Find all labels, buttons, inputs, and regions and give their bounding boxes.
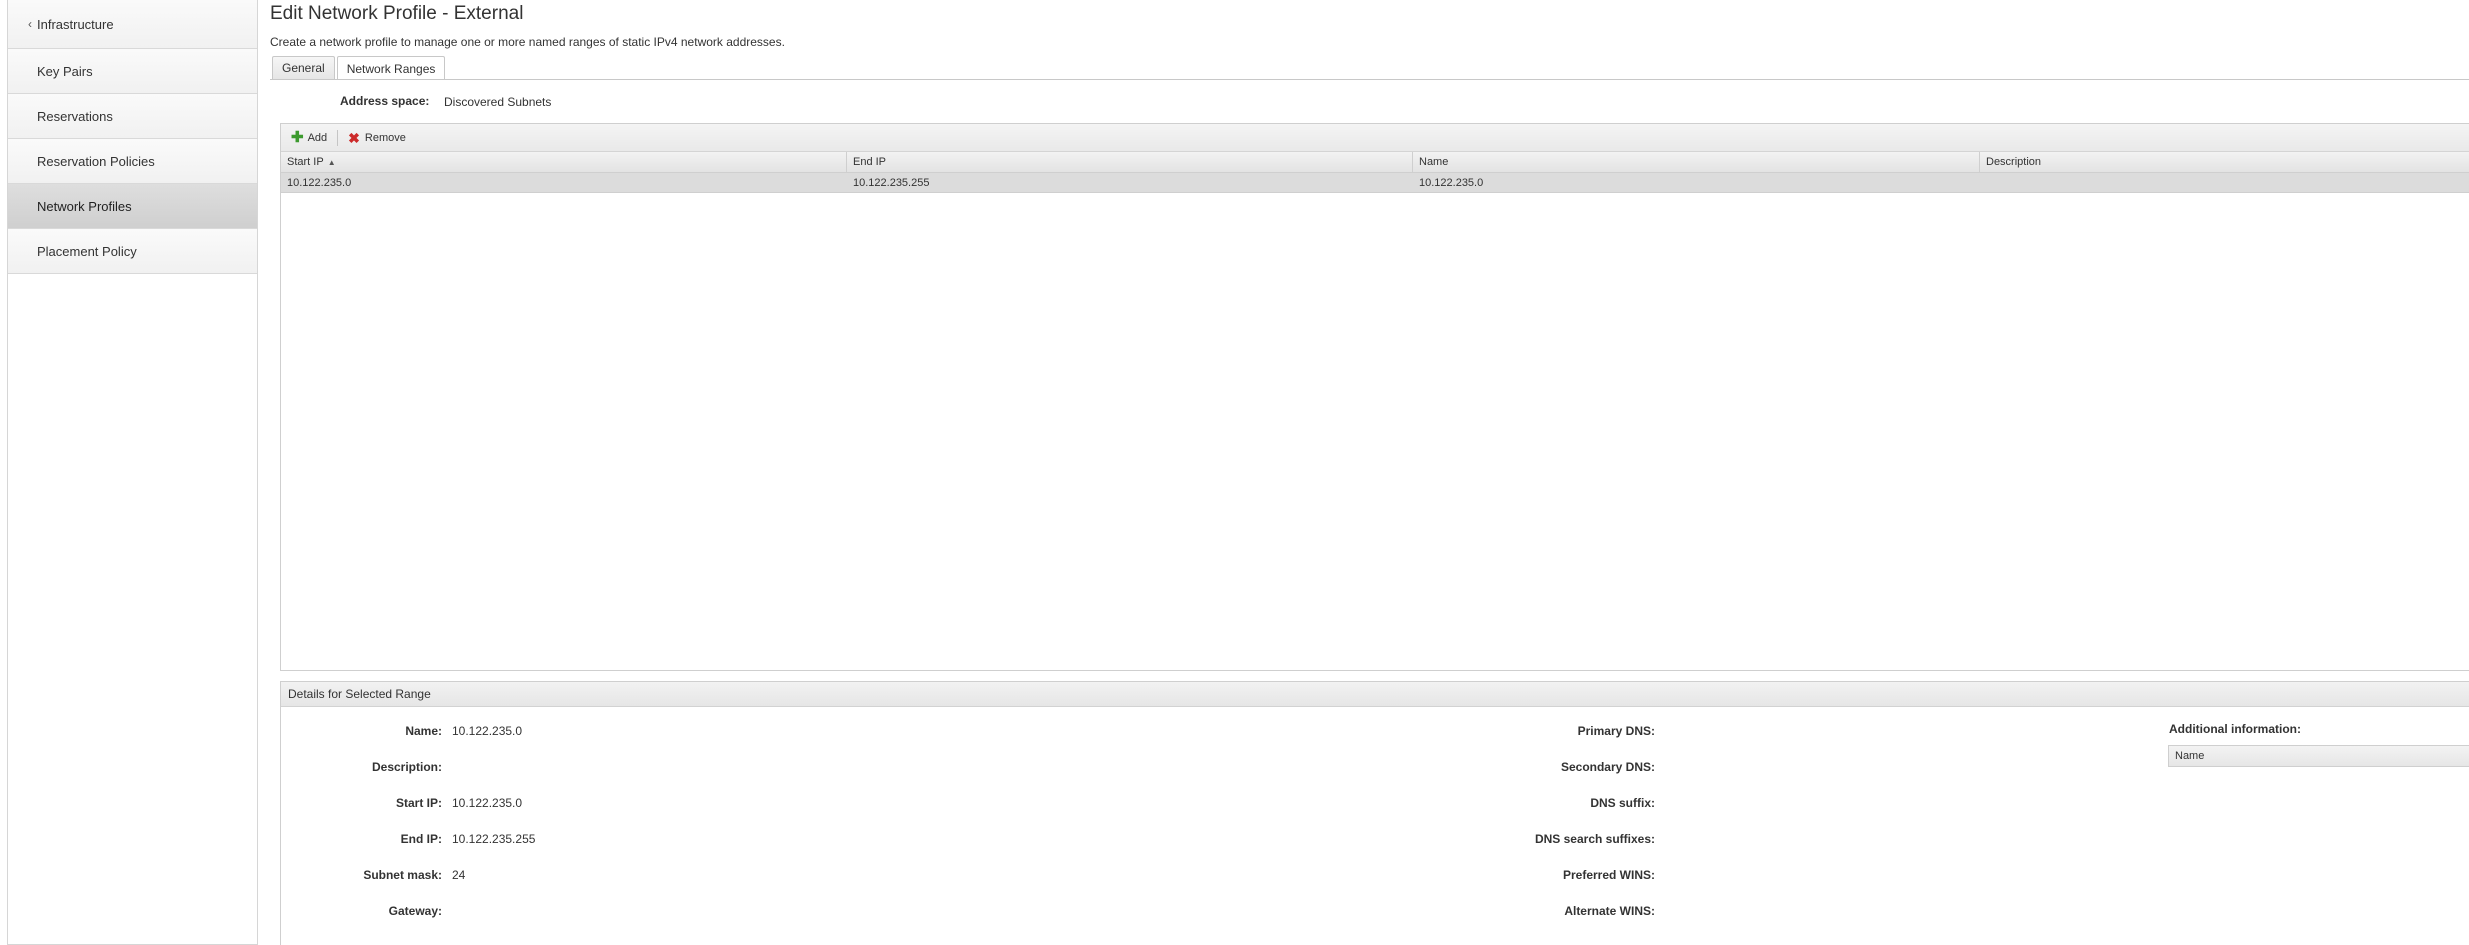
page-title: Edit Network Profile - External — [270, 3, 524, 24]
detail-start-ip-value: 10.122.235.0 — [452, 796, 523, 810]
detail-secondary-dns-label: Secondary DNS: — [1560, 760, 1655, 774]
sidebar-item-label: Key Pairs — [37, 63, 93, 79]
column-header-label: Start IP — [287, 156, 324, 168]
cell-end-ip: 10.122.235.255 — [853, 176, 930, 189]
detail-name-value: 10.122.235.0 — [452, 724, 523, 738]
column-header-end-ip[interactable]: End IP — [847, 152, 1413, 172]
column-header-label: End IP — [853, 156, 887, 168]
additional-information-label: Additional information: — [2169, 722, 2301, 736]
detail-gateway-label: Gateway: — [388, 904, 442, 918]
tab-general[interactable]: General — [272, 56, 335, 79]
sidebar-item-label: Reservation Policies — [37, 153, 155, 169]
detail-subnet-mask-value: 24 — [452, 868, 466, 882]
grid-toolbar: ✚ Add ✖ Remove — [281, 124, 2469, 152]
sidebar-item-label: Reservations — [37, 108, 113, 124]
close-icon: ✖ — [348, 129, 360, 146]
column-header-label: Description — [1986, 156, 2042, 168]
detail-primary-dns-label: Primary DNS: — [1577, 724, 1655, 738]
toolbar-separator — [337, 129, 339, 146]
detail-end-ip-label: End IP: — [400, 832, 442, 846]
sidebar-item-key-pairs[interactable]: Key Pairs — [8, 49, 257, 94]
plus-icon: ✚ — [291, 128, 304, 146]
detail-name-label: Name: — [405, 724, 442, 738]
sidebar-item-label: Network Profiles — [37, 198, 132, 214]
sidebar-item-reservations[interactable]: Reservations — [8, 94, 257, 139]
grid-header: Start IP ▲ End IP Name Description — [281, 152, 2469, 173]
table-row[interactable]: 10.122.235.0 10.122.235.255 10.122.235.0 — [281, 173, 2469, 193]
detail-end-ip-value: 10.122.235.255 — [452, 832, 536, 846]
sidebar-item-network-profiles[interactable]: Network Profiles — [8, 184, 257, 229]
page-subtitle: Create a network profile to manage one o… — [270, 35, 785, 49]
sidebar-back-label: Infrastructure — [37, 16, 114, 32]
address-space-value: Discovered Subnets — [444, 95, 552, 109]
detail-dns-suffix-label: DNS suffix: — [1590, 796, 1655, 810]
details-panel: Details for Selected Range Name: 10.122.… — [280, 681, 2469, 945]
details-header: Details for Selected Range — [281, 682, 2469, 707]
sidebar-item-placement-policy[interactable]: Placement Policy — [8, 229, 257, 274]
sort-ascending-icon: ▲ — [327, 157, 336, 167]
detail-subnet-mask-label: Subnet mask: — [363, 868, 442, 882]
sidebar-item-reservation-policies[interactable]: Reservation Policies — [8, 139, 257, 184]
cell-description — [1980, 173, 2469, 192]
sidebar: ‹ Infrastructure Key Pairs Reservations … — [7, 0, 258, 945]
remove-button-label: Remove — [364, 131, 406, 144]
additional-information-column-header[interactable]: Name — [2168, 745, 2469, 767]
chevron-left-icon: ‹ — [28, 17, 32, 31]
column-header-start-ip[interactable]: Start IP ▲ — [281, 152, 847, 172]
tab-network-ranges[interactable]: Network Ranges — [336, 56, 446, 80]
sidebar-item-label: Placement Policy — [37, 243, 137, 259]
column-header-name[interactable]: Name — [1413, 152, 1980, 172]
add-button[interactable]: ✚ Add — [291, 128, 328, 146]
tab-divider — [270, 79, 2469, 80]
cell-start-ip: 10.122.235.0 — [287, 176, 352, 189]
column-header-label: Name — [1419, 156, 1449, 168]
address-space-label: Address space: — [340, 94, 430, 108]
detail-preferred-wins-label: Preferred WINS: — [1562, 868, 1655, 882]
detail-start-ip-label: Start IP: — [395, 796, 442, 810]
add-button-label: Add — [307, 131, 328, 144]
remove-button[interactable]: ✖ Remove — [348, 129, 406, 146]
detail-alternate-wins-label: Alternate WINS: — [1564, 904, 1655, 918]
sidebar-back-infrastructure[interactable]: ‹ Infrastructure — [8, 0, 257, 49]
detail-dns-search-suffixes-label: DNS search suffixes: — [1534, 832, 1655, 846]
tab-bar: General Network Ranges — [272, 56, 447, 80]
column-header-description[interactable]: Description — [1980, 152, 2469, 172]
network-ranges-grid: ✚ Add ✖ Remove Start IP ▲ End IP Name De… — [280, 123, 2469, 671]
cell-name: 10.122.235.0 — [1419, 176, 1484, 189]
detail-description-label: Description: — [371, 760, 442, 774]
